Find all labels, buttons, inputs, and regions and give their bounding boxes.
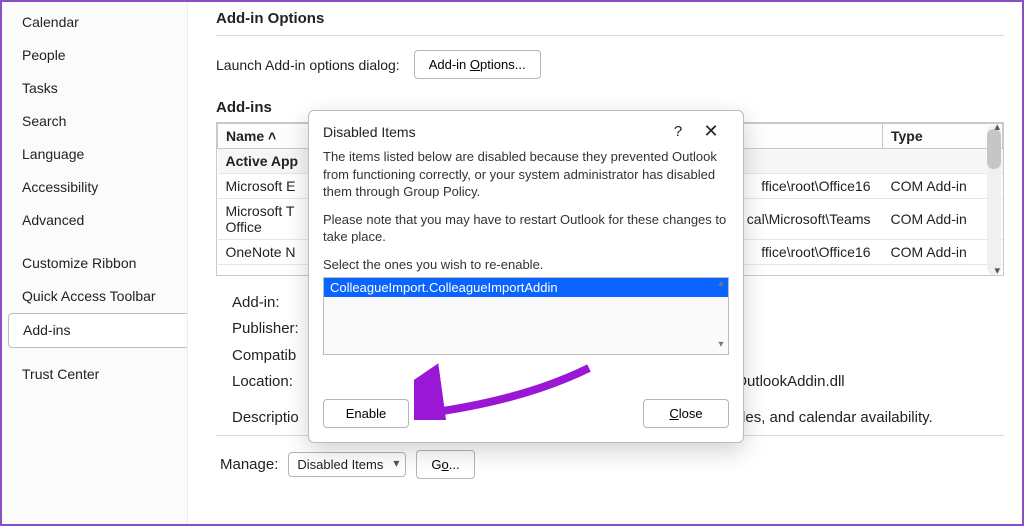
- sidebar-item-search[interactable]: Search: [2, 105, 187, 138]
- manage-select[interactable]: Disabled Items: [288, 452, 406, 477]
- location-label: Location:: [232, 373, 293, 390]
- list-scroll-up-icon[interactable]: ▴: [714, 278, 728, 289]
- sidebar-item-trust-center[interactable]: Trust Center: [2, 358, 187, 391]
- dialog-text-1: The items listed below are disabled beca…: [323, 148, 729, 201]
- enable-button[interactable]: Enable: [323, 399, 409, 428]
- sidebar-item-advanced[interactable]: Advanced: [2, 204, 187, 237]
- close-icon[interactable]: ✕: [693, 121, 729, 142]
- sidebar-item-tasks[interactable]: Tasks: [2, 72, 187, 105]
- sidebar-item-accessibility[interactable]: Accessibility: [2, 171, 187, 204]
- dialog-title: Disabled Items: [323, 124, 663, 140]
- manage-label: Manage:: [220, 456, 278, 473]
- divider: [216, 35, 1004, 36]
- dialog-text-3: Select the ones you wish to re-enable.: [323, 256, 729, 274]
- sidebar-item-calendar[interactable]: Calendar: [2, 6, 187, 39]
- sidebar-item-add-ins[interactable]: Add-ins: [8, 313, 187, 348]
- launch-label: Launch Add-in options dialog:: [216, 57, 400, 73]
- list-scroll-down-icon[interactable]: ▾: [714, 339, 728, 350]
- description-value: rules, and calendar availability.: [729, 409, 933, 426]
- description-label: Descriptio: [232, 409, 299, 426]
- scroll-up-icon[interactable]: ▴: [994, 122, 1000, 133]
- help-button[interactable]: ?: [663, 123, 693, 140]
- disabled-items-dialog: Disabled Items ? ✕ The items listed belo…: [308, 110, 744, 443]
- dialog-text-2: Please note that you may have to restart…: [323, 211, 729, 246]
- list-item[interactable]: ColleagueImport.ColleagueImportAddin: [324, 278, 728, 297]
- sidebar-item-language[interactable]: Language: [2, 138, 187, 171]
- sidebar: CalendarPeopleTasksSearchLanguageAccessi…: [2, 2, 188, 524]
- sidebar-item-customize-ribbon[interactable]: Customize Ribbon: [2, 247, 187, 280]
- col-type[interactable]: Type: [883, 124, 1003, 149]
- disabled-items-listbox[interactable]: ColleagueImport.ColleagueImportAddin ▴ ▾: [323, 277, 729, 355]
- sidebar-item-people[interactable]: People: [2, 39, 187, 72]
- close-button[interactable]: Close: [643, 399, 729, 428]
- go-button[interactable]: Go...: [416, 450, 474, 479]
- page-title: Add-in Options: [216, 10, 1004, 27]
- scrollbar-thumb[interactable]: [987, 129, 1001, 169]
- add-in-options-button[interactable]: Add-in Options...: [414, 50, 541, 79]
- sidebar-item-quick-access-toolbar[interactable]: Quick Access Toolbar: [2, 280, 187, 313]
- scroll-down-icon[interactable]: ▾: [994, 264, 1000, 276]
